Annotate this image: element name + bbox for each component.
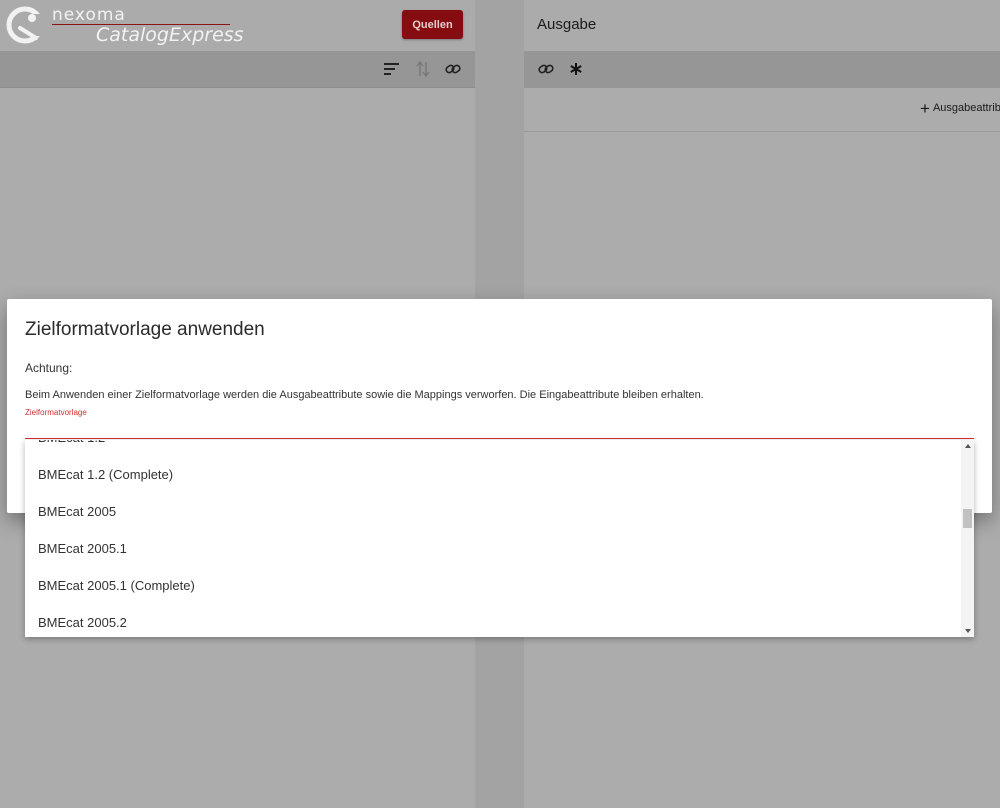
right-toolbar — [524, 51, 1000, 88]
dialog-warning-text: Beim Anwenden einer Zielformatvorlage we… — [25, 389, 704, 401]
sort-icon[interactable] — [383, 60, 401, 78]
left-toolbar — [0, 51, 475, 88]
output-panel-title: Ausgabe — [537, 16, 597, 33]
logo-product-name: CatalogExpress — [96, 24, 244, 46]
quellen-button[interactable]: Quellen — [402, 10, 463, 39]
template-option[interactable]: BMEcat 2005.1 (Complete) — [25, 567, 960, 604]
template-option[interactable]: BMEcat 2005.1 — [25, 530, 960, 567]
swap-vertical-icon[interactable] — [414, 60, 432, 78]
template-select[interactable] — [25, 438, 974, 439]
dropdown-scrollbar[interactable] — [961, 440, 974, 637]
template-option[interactable]: BMEcat 2005 — [25, 493, 960, 530]
link-icon[interactable] — [444, 60, 462, 78]
right-header: Ausgabe — [524, 0, 1000, 51]
template-option[interactable]: BMEcat 1.2 (Complete) — [25, 456, 960, 493]
link-icon[interactable] — [537, 60, 555, 78]
plus-icon: + — [920, 98, 930, 118]
add-output-attribute-label: Ausgabeattrib — [932, 102, 1000, 114]
scroll-up-icon[interactable] — [965, 444, 971, 448]
template-dropdown-list: BMEcat 1.2 BMEcat 1.2 (Complete) BMEcat … — [25, 440, 974, 637]
template-field-label: Zielformatvorlage — [25, 408, 87, 417]
dialog-warning-label: Achtung: — [25, 361, 73, 375]
scrollbar-thumb[interactable] — [963, 509, 972, 528]
template-option[interactable]: BMEcat 1.2 — [25, 440, 960, 456]
add-output-attribute-button[interactable]: + Ausgabeattrib — [920, 98, 1000, 118]
dialog-title: Zielformatvorlage anwenden — [25, 319, 265, 340]
asterisk-icon[interactable] — [567, 60, 585, 78]
template-options: BMEcat 1.2 BMEcat 1.2 (Complete) BMEcat … — [25, 440, 960, 637]
logo-brand: nexoma — [52, 5, 126, 25]
scroll-down-icon[interactable] — [965, 629, 971, 633]
template-option[interactable]: BMEcat 2005.2 — [25, 604, 960, 637]
app-header: nexoma CatalogExpress Quellen — [0, 0, 475, 51]
logo-icon — [6, 6, 45, 44]
output-attributes-bar: + Ausgabeattrib — [524, 88, 1000, 132]
